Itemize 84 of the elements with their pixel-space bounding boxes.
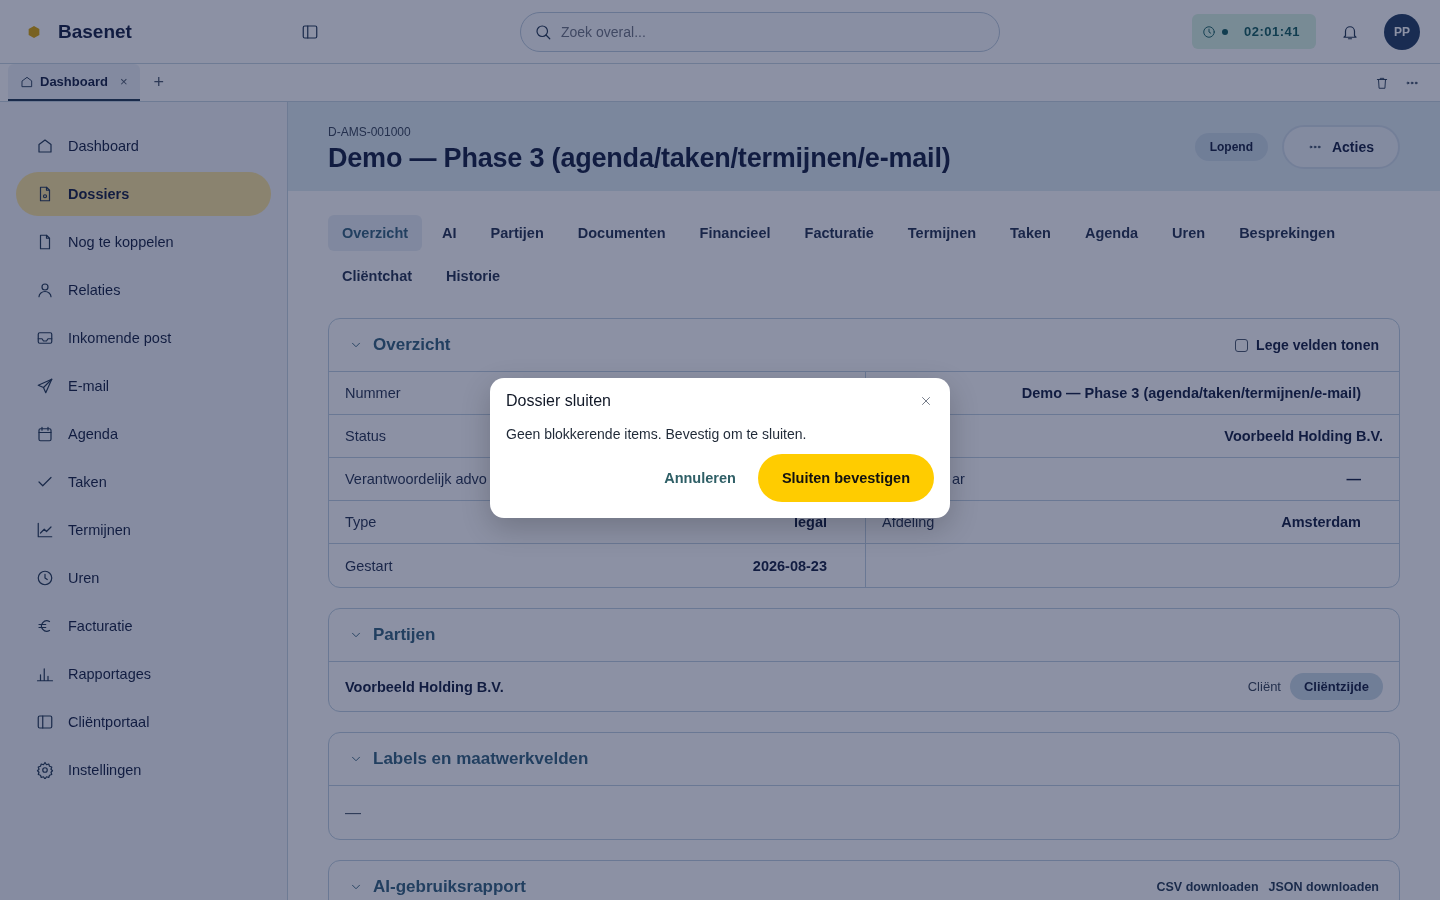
clock-icon [36,569,54,587]
person-icon [36,281,54,299]
tab[interactable]: Termijnen [893,215,991,251]
sidebar-item[interactable]: Facturatie [16,604,271,648]
tab[interactable]: Overzicht [328,215,423,251]
timer-badge[interactable]: 02:01:41 [1191,14,1316,49]
field-value: 2026-08-23 [752,557,827,574]
confirm-button[interactable]: Sluiten bevestigen [757,454,934,502]
download-link[interactable]: CSV downloaden [1156,880,1259,894]
field-label: ar [952,471,965,487]
panel-icon [301,22,319,41]
close-tab-button[interactable]: × [119,74,128,89]
field-label: Status [345,428,387,444]
close-icon [919,394,933,408]
settings-icon [36,761,54,779]
tab[interactable]: Taken [996,215,1065,251]
tab[interactable]: AI [428,215,471,251]
logo-icon [26,23,42,40]
field-value: Voorbeeld Holding B.V. [1224,428,1383,444]
tab[interactable]: Historie [432,258,515,294]
field-label: Verantwoordelijk advo [345,471,487,487]
dossier-code: D-AMS-001000 [328,125,412,139]
home-icon [20,74,34,89]
field-value: legal [793,514,827,530]
tab[interactable]: Agenda [1070,215,1153,251]
party-role: Cliënt [1247,679,1281,694]
tab[interactable]: Cliëntchat [328,258,427,294]
checkbox[interactable] [1235,338,1249,352]
tab[interactable]: Partijen [476,215,558,251]
paper-plane-icon [36,377,54,395]
sidebar-item[interactable]: Instellingen [16,748,271,792]
tab-label[interactable]: Dashboard [40,74,108,89]
field-value: — [1346,471,1361,487]
field-value: Amsterdam [1281,514,1361,530]
sidebar-item[interactable]: Termijnen [16,508,271,552]
field-label: Gestart [345,557,393,574]
dialog-title: Dossier sluiten [506,392,611,410]
actions-button[interactable]: Acties [1281,124,1400,169]
home-icon [36,137,54,155]
sidebar-item[interactable]: Cliëntportaal [16,700,271,744]
tab[interactable]: Documenten [563,215,680,251]
sidebar-item[interactable]: Agenda [16,412,271,456]
empty-value: — [345,803,361,822]
side-badge: Cliëntzijde [1290,673,1383,700]
checkbox-label[interactable]: Lege velden tonen [1256,337,1379,353]
sidebar-item[interactable]: Uren [16,556,271,600]
dialog-message: Geen blokkerende items. Bevestig om te sluiten. [506,426,808,442]
add-tab-button[interactable]: + [153,72,164,93]
sidebar-item[interactable]: Inkomende post [16,316,271,360]
cancel-button[interactable]: Annuleren [664,470,736,486]
tab[interactable]: Financieel [685,215,785,251]
section-title[interactable]: Partijen [373,625,436,645]
bar-chart-icon [36,665,54,683]
field-value: Demo — Phase 3 (agenda/taken/termijnen/e-mail) [1021,385,1361,401]
sidebar-item[interactable]: Rapportages [16,652,271,696]
field-label: Nummer [345,385,401,401]
tab[interactable]: Uren [1158,215,1220,251]
clock-icon [1201,24,1216,39]
avatar[interactable]: PP [1384,13,1420,50]
dossier-title: Demo — Phase 3 (agenda/taken/termijnen/e-mail) [328,143,951,174]
sidebar-item[interactable]: Dossiers [16,172,271,216]
sidebar-item[interactable]: Nog te koppelen [16,220,271,264]
panel-icon [36,713,54,731]
tab[interactable]: Facturatie [790,215,888,251]
search-field[interactable]: Zoek overal... [520,11,1000,52]
sidebar-item[interactable]: Relaties [16,268,271,312]
inbox-icon [36,329,54,347]
download-link[interactable]: JSON downloaden [1268,880,1379,894]
sidebar-item[interactable]: Dashboard [16,124,271,168]
sidebar-item[interactable]: E-mail [16,364,271,408]
section-title[interactable]: AI-gebruiksrapport [373,877,527,897]
party-name[interactable]: Voorbeeld Holding B.V. [345,678,504,695]
section-title[interactable]: Overzicht [373,335,451,355]
status-badge: Lopend [1194,132,1268,161]
calendar-icon [36,425,54,443]
sidebar-item[interactable]: Taken [16,460,271,504]
section-title[interactable]: Labels en maatwerkvelden [373,749,589,769]
trash-icon [1375,75,1389,90]
tab[interactable]: Besprekingen [1225,215,1350,251]
open-tab[interactable]: Dashboard × [8,64,140,101]
brand-name: Basenet [58,20,132,43]
timer-time: 02:01:41 [1243,24,1300,39]
line-chart-icon [36,521,54,539]
field-label: Type [345,514,377,530]
